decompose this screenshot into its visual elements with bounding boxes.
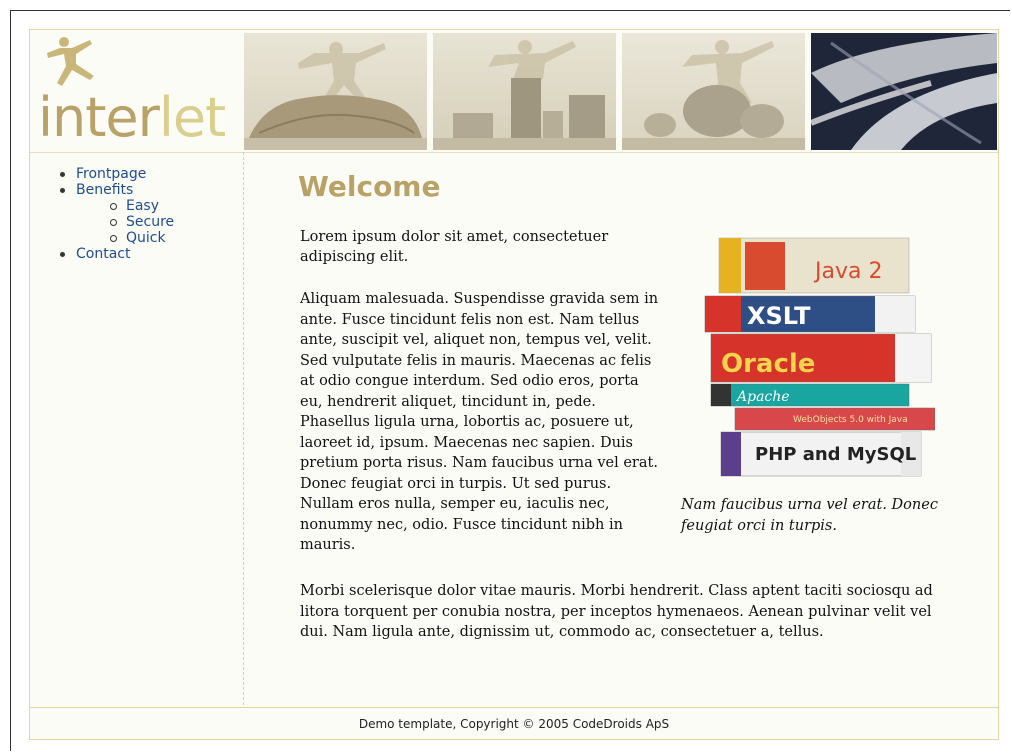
nav-item-contact[interactable]: Contact — [60, 246, 174, 262]
books-image: Java 2 XSLT Oracle Apache WebObjects 5.0… — [675, 230, 936, 480]
page-footer: Demo template, Copyright © 2005 CodeDroi… — [30, 707, 998, 740]
nav-item-quick[interactable]: Quick — [76, 230, 174, 246]
image-caption: Nam faucibus urna vel erat. Donec feugia… — [681, 497, 938, 534]
nav-label: Quick — [126, 230, 166, 246]
page-header: interlet — [30, 30, 998, 153]
logo-part-let: let — [158, 86, 226, 149]
book-oracle: Oracle — [710, 333, 932, 383]
bullet-icon — [60, 188, 65, 193]
bullet-icon — [60, 252, 65, 257]
header-photo-rock — [244, 33, 427, 150]
browser-viewport: interlet Frontpage Benefits Easy Secure … — [10, 10, 1010, 751]
main-nav: Frontpage Benefits Easy Secure Quick Con… — [60, 166, 174, 262]
book-java: Java 2 — [718, 237, 910, 294]
logo-wordmark: interlet — [38, 86, 226, 149]
nav-item-secure[interactable]: Secure — [76, 214, 174, 230]
book-webobjects: WebObjects 5.0 with Java — [734, 407, 936, 431]
nav-item-easy[interactable]: Easy — [76, 198, 174, 214]
nav-item-benefits[interactable]: Benefits — [60, 182, 174, 198]
header-photo-abstract — [811, 33, 997, 150]
footer-copyright: Demo template, Copyright © 2005 CodeDroi… — [358, 717, 670, 731]
nav-label: Contact — [76, 246, 131, 262]
book-title-php: PHP and MySQL — [755, 444, 916, 465]
page-title: Welcome — [298, 170, 441, 203]
book-xslt: XSLT — [704, 295, 916, 333]
nav-label: Secure — [126, 214, 175, 230]
page-container: interlet Frontpage Benefits Easy Secure … — [29, 29, 999, 740]
book-title-webobjects: WebObjects 5.0 with Java — [793, 415, 908, 425]
book-title-apache: Apache — [735, 389, 790, 405]
nav-item-frontpage[interactable]: Frontpage — [60, 166, 174, 182]
nav-label: Easy — [126, 198, 160, 214]
bullet-icon — [60, 172, 65, 177]
book-php: PHP and MySQL — [720, 431, 922, 477]
book-title-java: Java 2 — [813, 259, 882, 284]
header-photo-satellite — [622, 33, 805, 150]
circle-bullet-icon — [110, 219, 117, 226]
book-apache: Apache — [710, 383, 910, 407]
book-title-xslt: XSLT — [747, 302, 811, 330]
site-logo[interactable]: interlet — [30, 30, 243, 151]
closing-paragraph: Morbi scelerisque dolor vitae mauris. Mo… — [300, 583, 933, 640]
header-photo-city — [433, 33, 616, 150]
intro-paragraph: Lorem ipsum dolor sit amet, consectetuer… — [300, 229, 609, 265]
nav-label: Frontpage — [76, 166, 147, 182]
body-paragraph: Aliquam malesuada. Suspendisse gravida s… — [300, 291, 659, 553]
circle-bullet-icon — [110, 203, 117, 210]
nav-label: Benefits — [76, 182, 134, 198]
book-title-oracle: Oracle — [721, 349, 815, 379]
sidebar: Frontpage Benefits Easy Secure Quick Con… — [30, 152, 244, 705]
logo-part-inter: inter — [38, 86, 160, 149]
circle-bullet-icon — [110, 235, 117, 242]
